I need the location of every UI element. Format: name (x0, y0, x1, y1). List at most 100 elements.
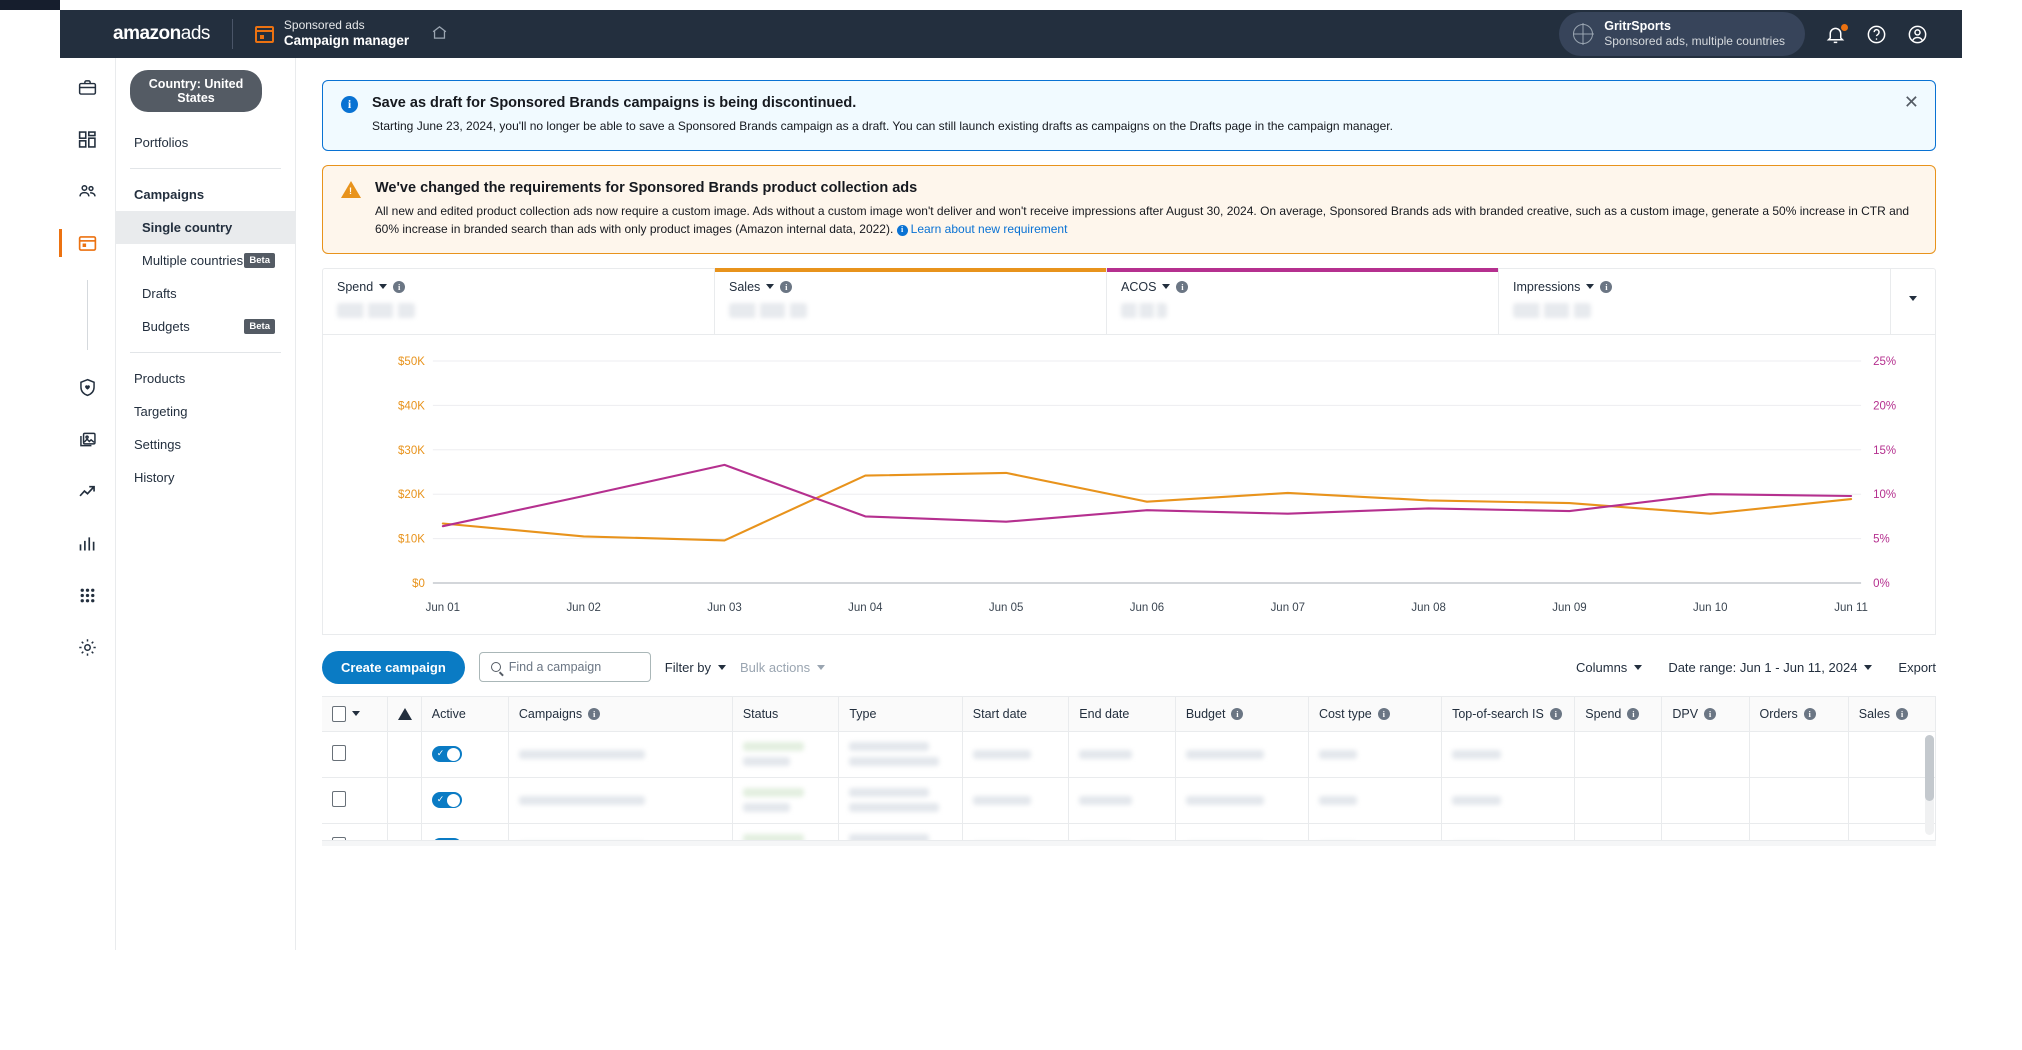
table-header-budget[interactable]: Budget i (1175, 696, 1309, 732)
active-toggle[interactable]: ✓ (431, 792, 462, 809)
table-header-label: Campaigns (518, 706, 583, 721)
info-icon[interactable]: i (1627, 707, 1640, 720)
table-cell-select-all[interactable] (322, 731, 388, 778)
account-switcher[interactable]: GritrSports Sponsored ads, multiple coun… (1559, 12, 1805, 56)
table-header-orders[interactable]: Orders i (1749, 696, 1849, 732)
columns-dropdown[interactable]: Columns (1576, 660, 1643, 675)
redacted-value (1318, 749, 1358, 759)
info-icon[interactable]: i (1549, 707, 1562, 720)
table-header-start-date[interactable]: Start date (962, 696, 1070, 732)
chevron-down-icon (1864, 664, 1873, 670)
metric-tab-acos[interactable]: ACOS i (1107, 267, 1499, 334)
table-row[interactable]: ✓ (322, 731, 1936, 778)
table-cell-active[interactable]: ✓ (421, 777, 509, 824)
gear-icon[interactable] (73, 632, 103, 662)
info-icon[interactable]: i (1600, 280, 1613, 293)
bulk-actions-dropdown[interactable]: Bulk actions (740, 660, 826, 675)
info-icon[interactable]: i (780, 280, 793, 293)
learn-about-new-requirement-link[interactable]: Learn about new requirement (911, 222, 1068, 236)
table-header-dpv[interactable]: DPV i (1661, 696, 1750, 732)
sidebar-item-settings[interactable]: Settings (116, 428, 295, 461)
info-icon[interactable]: i (1896, 707, 1909, 720)
table-cell-alert[interactable] (387, 777, 422, 824)
home-icon[interactable] (431, 24, 448, 44)
table-header-active[interactable]: Active (421, 696, 509, 732)
sidebar-item-portfolios[interactable]: Portfolios (116, 126, 295, 159)
table-cell-select-all[interactable] (322, 777, 388, 824)
table-header-end-date[interactable]: End date (1068, 696, 1176, 732)
info-icon[interactable]: i (1176, 280, 1189, 293)
table-cell-active[interactable]: ✓ (421, 731, 509, 778)
redacted-value (972, 795, 1031, 805)
search-box[interactable] (478, 652, 651, 683)
date-range-picker[interactable]: Date range: Jun 1 - Jun 11, 2024 (1668, 660, 1873, 675)
table-header-type[interactable]: Type (838, 696, 963, 732)
help-icon[interactable] (1866, 24, 1887, 45)
user-icon[interactable] (1907, 24, 1928, 45)
shield-heart-icon[interactable] (73, 372, 103, 402)
select-all-checkbox[interactable] (332, 705, 346, 722)
active-toggle[interactable]: ✓ (431, 746, 462, 763)
table-header-sales[interactable]: Sales i (1848, 696, 1936, 732)
sidebar-item-products[interactable]: Products (116, 362, 295, 395)
bell-icon[interactable] (1825, 23, 1848, 45)
row-checkbox[interactable] (332, 744, 346, 761)
metric-tab-impressions[interactable]: Impressions i (1499, 268, 1891, 334)
info-icon[interactable]: i (1231, 707, 1244, 720)
info-icon[interactable]: i (393, 280, 406, 293)
audiences-people-icon[interactable] (73, 176, 103, 206)
chevron-down-icon[interactable] (1162, 284, 1171, 290)
table-header-alert[interactable] (387, 696, 422, 732)
filter-by-dropdown[interactable]: Filter by (665, 660, 726, 675)
warning-triangle-icon (341, 180, 361, 198)
apps-grid-icon[interactable] (73, 580, 103, 610)
chevron-down-icon[interactable] (379, 284, 388, 290)
briefcase-icon[interactable] (73, 72, 103, 102)
table-vertical-scrollbar[interactable] (1925, 734, 1934, 835)
metrics-expand-button[interactable] (1891, 269, 1935, 334)
table-header-label: Active (431, 706, 466, 721)
sidebar-item-multiple-countries[interactable]: Multiple countries Beta (116, 244, 295, 277)
chevron-down-icon[interactable] (766, 284, 775, 290)
sidebar-item-budgets[interactable]: Budgets Beta (116, 310, 295, 343)
info-icon[interactable]: i (588, 707, 601, 720)
table-header-cost-type[interactable]: Cost type i (1308, 696, 1443, 732)
metric-tab-spend[interactable]: Spend i (323, 268, 715, 334)
table-header-spend[interactable]: Spend i (1574, 696, 1663, 732)
table-row[interactable]: ✓ (322, 777, 1936, 824)
campaign-window-icon[interactable] (58, 228, 103, 258)
table-header-top-of-search-is[interactable]: Top-of-search IS i (1441, 696, 1576, 732)
scrollbar-thumb[interactable] (1925, 734, 1934, 801)
search-input[interactable] (508, 660, 629, 675)
metric-tab-sales[interactable]: Sales i (715, 267, 1107, 334)
account-sub: Sponsored ads, multiple countries (1604, 34, 1785, 49)
close-icon[interactable]: ✕ (1904, 93, 1919, 111)
amazon-ads-logo[interactable]: amazon ads (113, 23, 210, 45)
info-icon[interactable]: i (1803, 707, 1816, 720)
sidebar-item-single-country[interactable]: Single country (116, 211, 295, 244)
table-header-campaigns[interactable]: Campaigns i (508, 696, 733, 732)
table-header-status[interactable]: Status (732, 696, 840, 732)
table-cell-alert[interactable] (387, 731, 422, 778)
campaign-manager-icon (254, 25, 274, 43)
chevron-down-icon[interactable] (352, 711, 360, 717)
info-icon[interactable]: i (1377, 707, 1390, 720)
export-button[interactable]: Export (1898, 660, 1936, 675)
logo-ads-text: ads (180, 23, 211, 44)
nav-divider-1 (130, 168, 281, 169)
create-campaign-button[interactable]: Create campaign (322, 650, 465, 684)
sidebar-item-history[interactable]: History (116, 461, 295, 494)
sidebar-item-targeting[interactable]: Targeting (116, 395, 295, 428)
dashboard-grid-icon[interactable] (73, 124, 103, 154)
sidebar-item-drafts[interactable]: Drafts (116, 277, 295, 310)
creative-images-icon[interactable] (73, 424, 103, 454)
table-header-select-all[interactable] (322, 696, 388, 732)
bar-chart-icon[interactable] (73, 528, 103, 558)
country-selector[interactable]: Country: United States (130, 70, 262, 112)
row-checkbox[interactable] (332, 790, 346, 807)
table-header-label: Orders (1759, 706, 1798, 721)
chevron-down-icon[interactable] (1586, 284, 1595, 290)
trend-arrow-icon[interactable] (73, 476, 103, 506)
metric-accent-impressions (1499, 268, 1890, 272)
info-icon[interactable]: i (1704, 707, 1717, 720)
